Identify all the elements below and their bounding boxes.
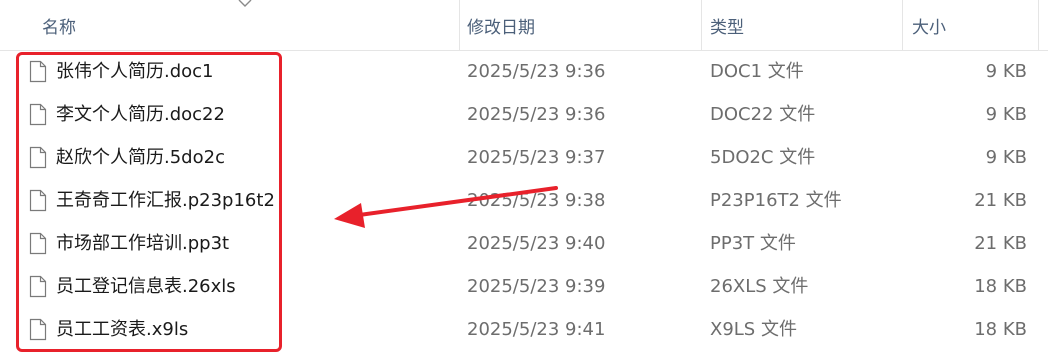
file-name[interactable]: 市场部工作培训.pp3t	[56, 233, 229, 255]
document-icon	[29, 275, 47, 298]
document-icon	[29, 103, 47, 126]
file-modified-date: 2025/5/23 9:36	[467, 104, 606, 125]
column-header-bar: 名称 修改日期 类型 大小	[0, 0, 1048, 51]
file-name[interactable]: 员工登记信息表.26xls	[56, 276, 236, 298]
chevron-down-icon[interactable]	[238, 0, 252, 8]
file-size: 9 KB	[985, 147, 1027, 168]
file-modified-date: 2025/5/23 9:40	[467, 233, 606, 254]
file-type: 5DO2C 文件	[710, 147, 816, 168]
file-row[interactable]: 市场部工作培训.pp3t 2025/5/23 9:40 PP3T 文件 21 KB	[0, 224, 1048, 267]
file-row[interactable]: 员工工资表.x9ls 2025/5/23 9:41 X9LS 文件 18 KB	[0, 310, 1048, 353]
file-name[interactable]: 王奇奇工作汇报.p23p16t2	[56, 190, 275, 212]
file-row[interactable]: 王奇奇工作汇报.p23p16t2 2025/5/23 9:38 P23P16T2 文…	[0, 181, 1048, 224]
column-divider[interactable]	[1038, 0, 1039, 50]
file-type: P23P16T2 文件	[710, 190, 842, 211]
file-size: 9 KB	[985, 104, 1027, 125]
column-header-name[interactable]: 名称	[42, 13, 76, 38]
file-list: 名称 修改日期 类型 大小 张伟个人简历.doc1 2025/5/23 9:36 D…	[0, 0, 1048, 363]
document-icon	[29, 318, 47, 341]
file-size: 9 KB	[985, 61, 1027, 82]
document-icon	[29, 189, 47, 212]
column-divider[interactable]	[459, 0, 460, 50]
file-modified-date: 2025/5/23 9:39	[467, 276, 606, 297]
file-modified-date: 2025/5/23 9:41	[467, 319, 606, 340]
file-size: 21 KB	[974, 190, 1027, 211]
file-size: 21 KB	[974, 233, 1027, 254]
file-type: PP3T 文件	[710, 233, 796, 254]
document-icon	[29, 232, 47, 255]
document-icon	[29, 60, 47, 83]
column-header-type[interactable]: 类型	[710, 13, 744, 38]
column-header-size[interactable]: 大小	[912, 13, 946, 38]
column-divider[interactable]	[902, 0, 903, 50]
file-type: X9LS 文件	[710, 319, 797, 340]
file-type: 26XLS 文件	[710, 276, 809, 297]
document-icon	[29, 146, 47, 169]
file-row[interactable]: 赵欣个人简历.5do2c 2025/5/23 9:37 5DO2C 文件 9 KB	[0, 138, 1048, 181]
file-row[interactable]: 张伟个人简历.doc1 2025/5/23 9:36 DOC1 文件 9 KB	[0, 52, 1048, 95]
file-size: 18 KB	[974, 276, 1027, 297]
file-type: DOC1 文件	[710, 61, 804, 82]
file-modified-date: 2025/5/23 9:36	[467, 61, 606, 82]
file-name[interactable]: 李文个人简历.doc22	[56, 104, 225, 126]
file-modified-date: 2025/5/23 9:37	[467, 147, 606, 168]
file-name[interactable]: 张伟个人简历.doc1	[56, 61, 214, 83]
column-divider[interactable]	[701, 0, 702, 50]
file-size: 18 KB	[974, 319, 1027, 340]
file-name[interactable]: 员工工资表.x9ls	[56, 319, 188, 341]
file-row[interactable]: 员工登记信息表.26xls 2025/5/23 9:39 26XLS 文件 18 KB	[0, 267, 1048, 310]
file-name[interactable]: 赵欣个人简历.5do2c	[56, 147, 225, 169]
file-modified-date: 2025/5/23 9:38	[467, 190, 606, 211]
file-row[interactable]: 李文个人简历.doc22 2025/5/23 9:36 DOC22 文件 9 KB	[0, 95, 1048, 138]
file-type: DOC22 文件	[710, 104, 816, 125]
column-header-date[interactable]: 修改日期	[467, 13, 535, 38]
